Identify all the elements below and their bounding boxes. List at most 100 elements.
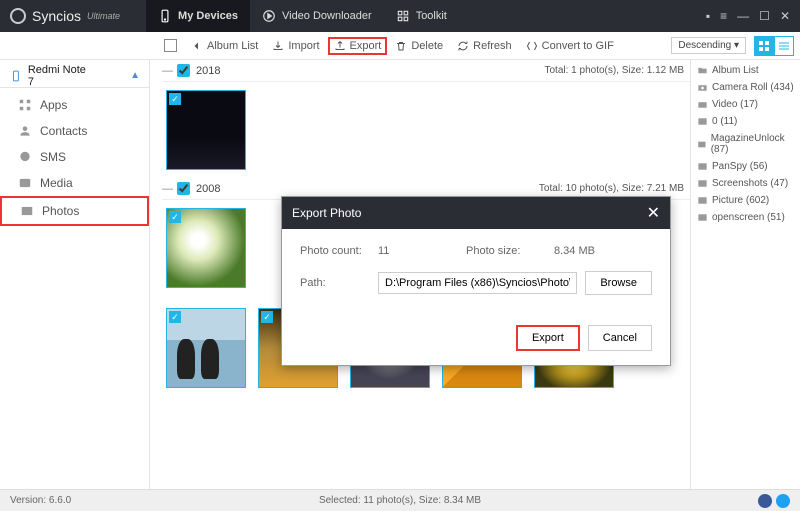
social-links (758, 494, 790, 508)
sidebar: Redmi Note 7 ▲ Apps Contacts SMS Media P… (0, 60, 150, 489)
version-label: Version: 6.6.0 (10, 495, 71, 506)
convert-gif-button[interactable]: Convert to GIF (520, 37, 620, 55)
album-label: MagazineUnlock (87) (711, 133, 794, 155)
menu-icon[interactable]: ≡ (720, 9, 727, 23)
image-icon (697, 195, 708, 206)
count-label: Photo count: (300, 245, 370, 257)
facebook-icon[interactable] (758, 494, 772, 508)
top-tabs: My Devices Video Downloader Toolkit (146, 0, 459, 32)
gif-icon (526, 40, 538, 52)
import-icon (272, 40, 284, 52)
sidebar-item-photos[interactable]: Photos (0, 196, 149, 226)
album-list-button[interactable]: Album List (185, 37, 264, 55)
media-icon (18, 176, 32, 190)
export-icon (334, 40, 346, 52)
album-label: openscreen (51) (712, 212, 785, 223)
sidebar-item-media[interactable]: Media (0, 170, 149, 196)
album-magazine[interactable]: MagazineUnlock (87) (691, 130, 800, 158)
import-button[interactable]: Import (266, 37, 325, 55)
btn-label: Import (288, 40, 319, 52)
brand-name: Syncios (32, 8, 81, 24)
album-openscreen[interactable]: openscreen (51) (691, 209, 800, 226)
album-camera-roll[interactable]: Camera Roll (434) (691, 79, 800, 96)
status-bar: Version: 6.6.0 Selected: 11 photo(s), Si… (0, 489, 800, 511)
modal-export-button[interactable]: Export (516, 325, 580, 351)
album-panspy[interactable]: PanSpy (56) (691, 158, 800, 175)
size-value: 8.34 MB (554, 245, 634, 257)
photo-thumb[interactable]: ✓ (166, 308, 246, 388)
album-zero[interactable]: 0 (11) (691, 113, 800, 130)
minimize-button[interactable]: — (737, 9, 749, 23)
year-label: 2018 (196, 65, 220, 77)
image-icon (697, 161, 708, 172)
title-bar: Syncios Ultimate My Devices Video Downlo… (0, 0, 800, 32)
album-label: Screenshots (47) (712, 178, 788, 189)
check-icon: ✓ (169, 311, 181, 323)
tab-video-downloader[interactable]: Video Downloader (250, 0, 384, 32)
album-picture[interactable]: Picture (602) (691, 192, 800, 209)
sidebar-item-label: Photos (42, 204, 79, 218)
btn-label: Convert to GIF (542, 40, 614, 52)
export-button[interactable]: Export (328, 37, 388, 55)
refresh-button[interactable]: Refresh (451, 37, 518, 55)
browse-button[interactable]: Browse (585, 271, 652, 295)
tab-label: Video Downloader (282, 10, 372, 22)
year-summary: Total: 10 photo(s), Size: 7.21 MB (539, 183, 684, 194)
camera-icon (697, 82, 708, 93)
path-input[interactable] (378, 272, 577, 294)
trash-icon (395, 40, 407, 52)
contacts-icon (18, 124, 32, 138)
album-label: Album List (712, 65, 759, 76)
chevron-up-icon: ▲ (130, 70, 140, 81)
phone-small-icon (10, 68, 22, 84)
album-root[interactable]: Album List (691, 62, 800, 79)
phone-icon (158, 9, 172, 23)
tab-my-devices[interactable]: My Devices (146, 0, 250, 32)
folder-icon (697, 65, 708, 76)
twitter-icon[interactable] (776, 494, 790, 508)
modal-footer: Export Cancel (282, 325, 670, 365)
select-all-checkbox[interactable] (164, 39, 177, 52)
album-video[interactable]: Video (17) (691, 96, 800, 113)
chat-icon[interactable]: ▪ (706, 9, 710, 23)
device-selector[interactable]: Redmi Note 7 ▲ (0, 64, 150, 88)
year-checkbox[interactable] (177, 64, 190, 77)
sms-icon (18, 150, 32, 164)
sort-dropdown[interactable]: Descending ▾ (671, 37, 746, 54)
photo-thumb[interactable]: ✓ (166, 208, 246, 288)
year-checkbox[interactable] (177, 182, 190, 195)
maximize-button[interactable]: ☐ (759, 9, 770, 23)
close-button[interactable]: ✕ (780, 9, 790, 23)
image-icon (697, 139, 707, 150)
modal-cancel-button[interactable]: Cancel (588, 325, 652, 351)
logo-icon (10, 8, 26, 24)
tab-toolkit[interactable]: Toolkit (384, 0, 459, 32)
sidebar-item-contacts[interactable]: Contacts (0, 118, 149, 144)
window-controls: ▪ ≡ — ☐ ✕ (706, 9, 800, 23)
album-panel: Album List Camera Roll (434) Video (17) … (690, 60, 800, 489)
image-icon (697, 178, 708, 189)
album-screenshots[interactable]: Screenshots (47) (691, 175, 800, 192)
sidebar-item-label: Apps (40, 98, 67, 112)
year-summary: Total: 1 photo(s), Size: 1.12 MB (544, 65, 684, 76)
check-icon: ✓ (169, 211, 181, 223)
view-list-button[interactable] (774, 36, 794, 56)
sidebar-item-sms[interactable]: SMS (0, 144, 149, 170)
btn-label: Export (350, 40, 382, 52)
back-icon (191, 40, 203, 52)
collapse-icon[interactable]: — (162, 65, 173, 77)
album-label: Picture (602) (712, 195, 769, 206)
selection-status: Selected: 11 photo(s), Size: 8.34 MB (319, 495, 481, 506)
image-icon (697, 116, 708, 127)
modal-close-button[interactable]: ✕ (647, 203, 660, 223)
sidebar-item-apps[interactable]: Apps (0, 92, 149, 118)
collapse-icon[interactable]: — (162, 183, 173, 195)
btn-label: Delete (411, 40, 443, 52)
toolbar: Album List Import Export Delete Refresh … (0, 32, 800, 60)
delete-button[interactable]: Delete (389, 37, 449, 55)
photo-thumb[interactable]: ✓ (166, 90, 246, 170)
view-grid-button[interactable] (754, 36, 774, 56)
year-header-2018[interactable]: — 2018 Total: 1 photo(s), Size: 1.12 MB (162, 60, 690, 82)
apps-icon (18, 98, 32, 112)
device-name: Redmi Note 7 (28, 64, 94, 88)
